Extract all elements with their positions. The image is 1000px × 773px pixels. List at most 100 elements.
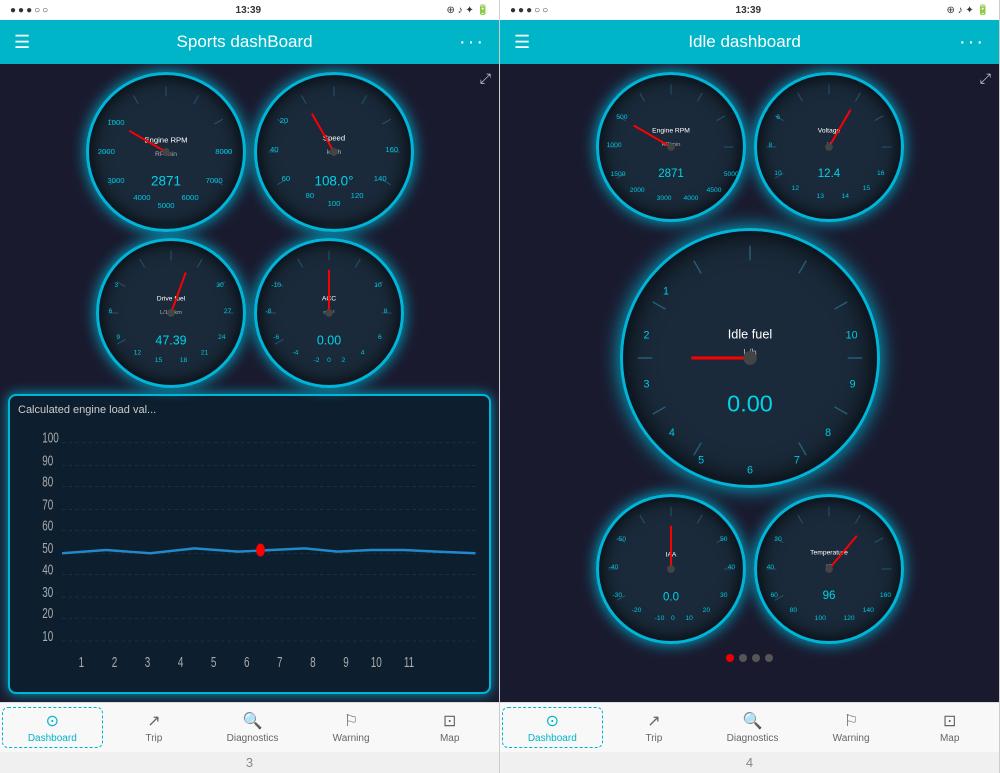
trip-icon-right: ↗	[647, 711, 660, 731]
idle-top-row: 500 1000 1500 2000 3000 4000 4500 5000 E…	[508, 72, 991, 222]
svg-text:4: 4	[178, 654, 184, 670]
tab-map-label-left: Map	[440, 733, 459, 744]
svg-text:60: 60	[42, 518, 53, 534]
page-title-left: Sports dashBoard	[177, 32, 313, 52]
svg-text:4000: 4000	[683, 195, 698, 202]
svg-text:2000: 2000	[97, 147, 114, 156]
svg-text:3000: 3000	[107, 176, 124, 185]
more-button-left[interactable]: ···	[459, 31, 485, 54]
dot-4	[765, 654, 773, 662]
tab-dashboard-label-right: Dashboard	[528, 733, 577, 744]
svg-text:60: 60	[770, 592, 778, 599]
voltage-gauge: 6 8 10 12 13 14 15 16 Voltage V 12.4	[754, 72, 904, 222]
tab-warning-left[interactable]: ⚐ Warning	[302, 703, 401, 752]
svg-text:-4: -4	[292, 349, 298, 356]
svg-text:50: 50	[719, 536, 727, 543]
svg-text:1: 1	[662, 286, 668, 298]
svg-text:8: 8	[310, 654, 316, 670]
acc-gauge: -10 -8 -6 -4 -2 0 2 4 6 8 10 ACC m/s² 0.…	[254, 238, 404, 388]
svg-text:6: 6	[108, 308, 112, 315]
svg-text:18: 18	[179, 357, 187, 364]
svg-text:90: 90	[42, 453, 53, 469]
idle-bottom-row: -50 -40 -30 -20 -10 0 10 20 30 40 50 IAA…	[508, 494, 991, 644]
svg-text:10: 10	[774, 170, 782, 177]
svg-text:27: 27	[223, 308, 231, 315]
svg-text:2: 2	[112, 654, 118, 670]
tab-diagnostics-right[interactable]: 🔍 Diagnostics	[703, 703, 802, 752]
tab-diagnostics-left[interactable]: 🔍 Diagnostics	[203, 703, 302, 752]
more-button-right[interactable]: ···	[959, 31, 985, 54]
svg-text:2: 2	[341, 357, 345, 364]
tab-trip-left[interactable]: ↗ Trip	[105, 703, 204, 752]
svg-text:3000: 3000	[656, 195, 671, 202]
svg-text:11: 11	[404, 654, 414, 670]
page-dots-indicator	[508, 650, 991, 666]
svg-text:6: 6	[244, 654, 250, 670]
diagnostics-icon-left: 🔍	[243, 711, 263, 731]
tab-map-left[interactable]: ⊡ Map	[400, 703, 499, 752]
tab-diagnostics-label-right: Diagnostics	[727, 733, 779, 744]
tab-dashboard-right[interactable]: ⊙ Dashboard	[502, 707, 603, 748]
svg-text:10: 10	[42, 628, 53, 644]
rpm-gauge: 1000 2000 3000 4000 5000 6000 7000 8000 …	[86, 72, 246, 232]
svg-text:7: 7	[793, 455, 799, 467]
expand-icon-left[interactable]: ⤢	[480, 70, 491, 87]
tab-trip-label-left: Trip	[145, 733, 162, 744]
hamburger-menu-right[interactable]: ☰	[514, 32, 530, 53]
tab-bar-right: ⊙ Dashboard ↗ Trip 🔍 Diagnostics ⚐ Warni…	[500, 702, 999, 752]
chart-title: Calculated engine load val...	[18, 404, 481, 416]
svg-text:8: 8	[383, 308, 387, 315]
svg-text:120: 120	[843, 615, 854, 622]
svg-text:9: 9	[343, 654, 349, 670]
svg-text:20: 20	[702, 607, 710, 614]
svg-text:4000: 4000	[133, 193, 150, 202]
svg-text:30: 30	[42, 584, 53, 600]
svg-text:5000: 5000	[157, 201, 174, 210]
svg-text:5000: 5000	[723, 171, 738, 178]
svg-text:8: 8	[825, 427, 831, 439]
drive-fuel-gauge: 3 6 9 12 15 18 21 24 27 30 Drive fuel L/…	[96, 238, 246, 388]
tab-map-right[interactable]: ⊡ Map	[900, 703, 999, 752]
svg-text:40: 40	[270, 145, 279, 154]
svg-text:47.39: 47.39	[155, 334, 186, 348]
svg-text:Drive fuel: Drive fuel	[156, 296, 185, 303]
svg-text:20: 20	[774, 536, 782, 543]
chart-box: Calculated engine load val... 100 90 80 …	[8, 394, 491, 694]
warning-icon-left: ⚐	[344, 711, 358, 731]
svg-text:6000: 6000	[181, 193, 198, 202]
svg-text:-8: -8	[265, 308, 271, 315]
svg-text:12: 12	[791, 185, 799, 192]
top-gauges-row: 1000 2000 3000 4000 5000 6000 7000 8000 …	[8, 72, 491, 232]
trip-icon-left: ↗	[147, 711, 160, 731]
svg-text:0: 0	[327, 357, 331, 364]
tab-dashboard-left[interactable]: ⊙ Dashboard	[2, 707, 103, 748]
svg-text:160: 160	[385, 145, 398, 154]
svg-text:13: 13	[816, 193, 824, 200]
dot-2	[739, 654, 747, 662]
hamburger-menu-left[interactable]: ☰	[14, 32, 30, 53]
svg-text:-6: -6	[273, 334, 279, 341]
svg-text:50: 50	[42, 540, 53, 556]
expand-icon-right[interactable]: ⤢	[980, 70, 991, 87]
status-icons-left: ⊕ ♪ ✦ 🔋	[446, 5, 489, 16]
mid-gauges-row: 3 6 9 12 15 18 21 24 27 30 Drive fuel L/…	[8, 238, 491, 388]
warning-icon-right: ⚐	[844, 711, 858, 731]
diagnostics-icon-right: 🔍	[743, 711, 763, 731]
svg-text:15: 15	[154, 357, 162, 364]
tab-trip-right[interactable]: ↗ Trip	[605, 703, 704, 752]
svg-text:100: 100	[814, 615, 825, 622]
svg-text:5: 5	[698, 455, 704, 467]
svg-text:16: 16	[877, 170, 885, 177]
svg-text:140: 140	[373, 174, 386, 183]
tab-warning-right[interactable]: ⚐ Warning	[802, 703, 901, 752]
svg-text:2: 2	[643, 329, 649, 341]
svg-text:100: 100	[42, 430, 59, 446]
svg-text:4: 4	[668, 427, 674, 439]
svg-text:-10: -10	[271, 282, 281, 289]
svg-text:20: 20	[279, 116, 288, 125]
svg-text:7: 7	[277, 654, 283, 670]
svg-text:10: 10	[374, 282, 382, 289]
idle-main-content: ⤢ 500 1000	[500, 64, 999, 702]
nav-bar-right: ☰ Idle dashboard ···	[500, 20, 999, 64]
svg-text:2871: 2871	[151, 174, 181, 189]
